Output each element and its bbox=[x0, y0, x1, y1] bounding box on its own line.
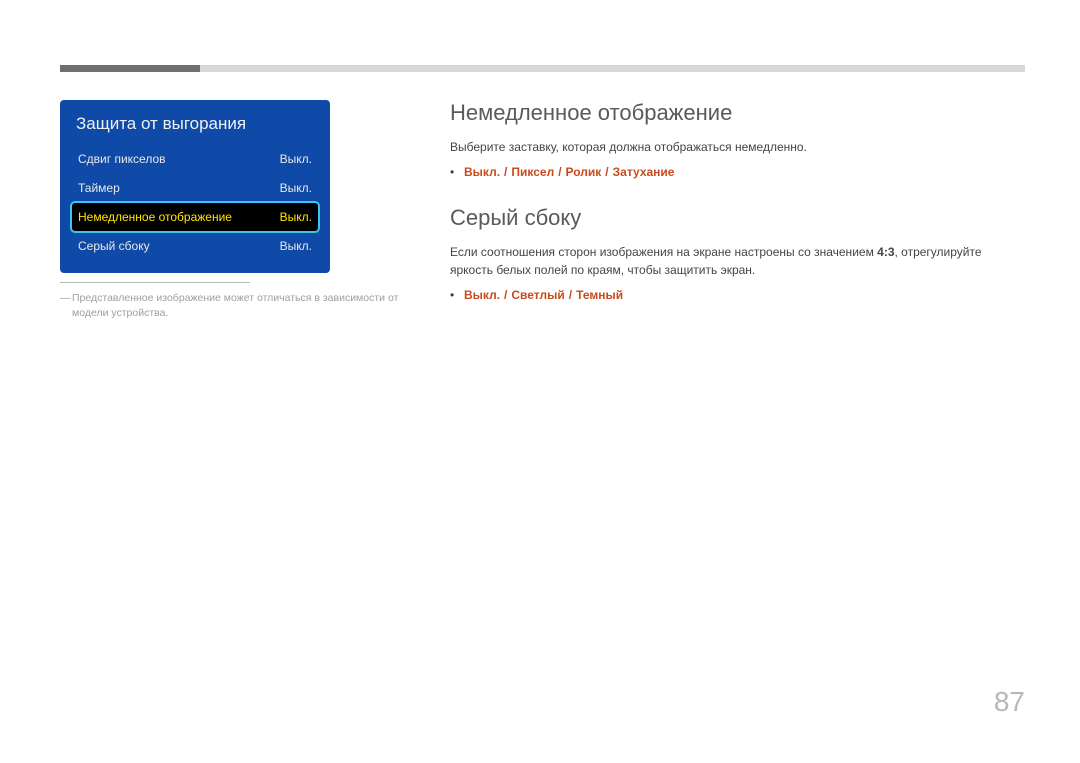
option: Выкл. bbox=[464, 288, 500, 302]
sep: / bbox=[565, 288, 576, 302]
osd-row-label: Серый сбоку bbox=[78, 239, 150, 253]
osd-row-label: Сдвиг пикселов bbox=[78, 152, 166, 166]
sep: / bbox=[554, 165, 565, 179]
page-number: 87 bbox=[994, 686, 1025, 718]
osd-row-label: Немедленное отображение bbox=[78, 210, 232, 224]
sep: / bbox=[601, 165, 612, 179]
disclaimer-text: Представленное изображение может отличат… bbox=[72, 292, 398, 319]
options-line: • Выкл./Светлый/Темный bbox=[450, 288, 1025, 302]
disclaimer-rule bbox=[60, 282, 250, 283]
option: Затухание bbox=[613, 165, 675, 179]
body-bold: 4:3 bbox=[877, 245, 894, 259]
section-side-gray: Серый сбоку Если соотношения сторон изоб… bbox=[450, 205, 1025, 302]
osd-row-label: Таймер bbox=[78, 181, 120, 195]
osd-title: Защита от выгорания bbox=[72, 114, 318, 144]
top-rule-accent bbox=[60, 65, 200, 72]
options-line: • Выкл./Пиксел/Ролик/Затухание bbox=[450, 165, 1025, 179]
section-body: Если соотношения сторон изображения на э… bbox=[450, 243, 1025, 280]
bullet-icon: • bbox=[450, 165, 454, 179]
osd-row-value: Выкл. bbox=[280, 239, 312, 253]
osd-row-value: Выкл. bbox=[280, 181, 312, 195]
osd-row-immediate-display[interactable]: Немедленное отображение Выкл. bbox=[72, 203, 318, 231]
sep: / bbox=[500, 165, 511, 179]
osd-panel: Защита от выгорания Сдвиг пикселов Выкл.… bbox=[60, 100, 330, 273]
option: Выкл. bbox=[464, 165, 500, 179]
section-heading: Немедленное отображение bbox=[450, 100, 1025, 126]
osd-row-pixel-shift[interactable]: Сдвиг пикселов Выкл. bbox=[72, 145, 318, 173]
osd-row-timer[interactable]: Таймер Выкл. bbox=[72, 174, 318, 202]
section-body: Выберите заставку, которая должна отобра… bbox=[450, 138, 1025, 157]
option: Темный bbox=[576, 288, 623, 302]
top-rule bbox=[60, 65, 1025, 72]
option: Светлый bbox=[511, 288, 564, 302]
osd-row-value: Выкл. bbox=[280, 152, 312, 166]
section-heading: Серый сбоку bbox=[450, 205, 1025, 231]
disclaimer-note: ― Представленное изображение может отлич… bbox=[60, 291, 430, 321]
section-immediate-display: Немедленное отображение Выберите заставк… bbox=[450, 100, 1025, 179]
dash-icon: ― bbox=[60, 291, 71, 306]
bullet-icon: • bbox=[450, 288, 454, 302]
osd-row-side-gray[interactable]: Серый сбоку Выкл. bbox=[72, 232, 318, 260]
sep: / bbox=[500, 288, 511, 302]
body-pre: Если соотношения сторон изображения на э… bbox=[450, 245, 877, 259]
osd-row-value: Выкл. bbox=[280, 210, 312, 224]
option: Пиксел bbox=[511, 165, 554, 179]
option: Ролик bbox=[566, 165, 602, 179]
